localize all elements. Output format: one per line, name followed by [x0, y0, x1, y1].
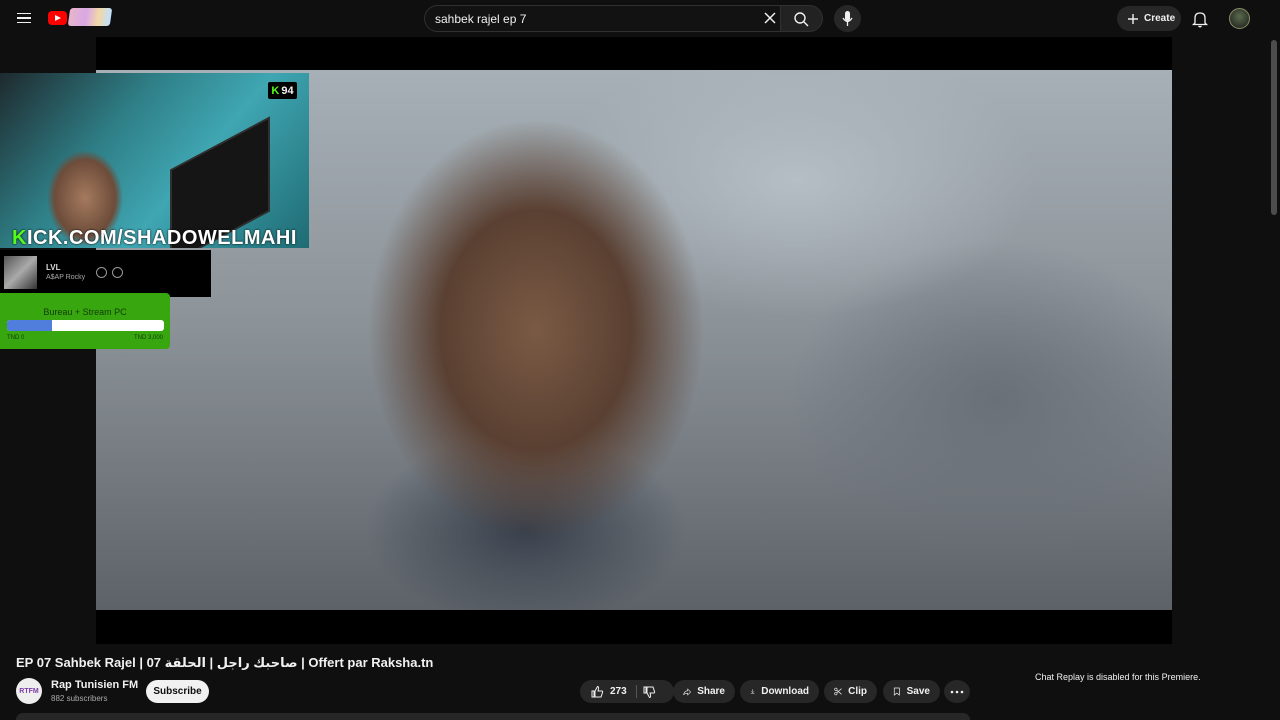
search-query-text: sahbek rajel ep 7 — [435, 12, 527, 26]
song-artist: A$AP Rocky — [46, 274, 86, 281]
kick-viewer-badge: K 94 — [268, 82, 297, 99]
kick-url-text: ICK.COM/SHADOWELMAHI — [26, 227, 297, 249]
donation-goal-widget: Bureau + Stream PC 862 TND 0 TND 3,000 — [0, 293, 170, 349]
clear-search-icon[interactable] — [760, 8, 780, 28]
album-art — [4, 256, 37, 289]
channel-avatar[interactable]: RTFM — [16, 678, 42, 704]
share-icon — [683, 687, 692, 696]
scissors-icon — [834, 687, 842, 696]
thumbs-down-icon — [643, 686, 656, 699]
kick-viewer-count: 94 — [281, 84, 294, 97]
plus-circle-icon — [112, 267, 123, 278]
save-label: Save — [906, 686, 930, 697]
more-horizontal-icon — [950, 690, 964, 693]
goal-min-label: TND 0 — [7, 335, 25, 341]
account-avatar[interactable] — [1229, 8, 1250, 29]
clip-label: Clip — [848, 686, 867, 697]
goal-current-value: 862 — [67, 321, 79, 328]
dislike-button[interactable] — [642, 685, 656, 699]
youtube-play-icon — [48, 11, 67, 25]
plus-icon — [1128, 13, 1138, 24]
channel-name[interactable]: Rap Tunisien FM — [51, 679, 138, 691]
like-count: 273 — [610, 686, 627, 697]
create-button[interactable]: Create — [1117, 6, 1181, 31]
share-label: Share — [697, 686, 725, 697]
save-button[interactable]: Save — [883, 680, 940, 703]
video-title: EP 07 Sahbek Rajel | صاحبك راجل | الحلقة… — [16, 655, 434, 670]
search-button[interactable] — [781, 5, 823, 32]
goal-max-label: TND 3,000 — [133, 335, 163, 341]
subscriber-count: 882 subscribers — [51, 694, 108, 703]
like-divider — [636, 685, 637, 698]
chat-replay-disabled-note: Chat Replay is disabled for this Premier… — [1035, 672, 1201, 682]
description-box[interactable] — [16, 713, 970, 720]
like-dislike-group: 273 — [580, 680, 674, 703]
like-button[interactable]: 273 — [590, 685, 627, 699]
menu-icon[interactable] — [12, 6, 36, 30]
kick-logo-icon: K — [271, 84, 280, 97]
thumbs-up-icon — [591, 685, 604, 697]
microphone-icon[interactable] — [834, 5, 861, 32]
more-actions-button[interactable] — [944, 680, 970, 703]
download-icon — [750, 689, 755, 694]
minus-circle-icon — [96, 267, 107, 278]
page-scrollbar[interactable] — [1268, 37, 1280, 720]
kick-channel-url: KICK.COM/SHADOWELMAHI — [12, 227, 297, 250]
streamer-webcam-overlay: K 94 — [0, 73, 309, 248]
download-label: Download — [761, 686, 809, 697]
create-label: Create — [1144, 13, 1176, 24]
youtube-doodle — [67, 8, 113, 26]
youtube-logo[interactable] — [48, 8, 113, 28]
bookmark-icon — [893, 687, 900, 696]
kick-url-k: K — [12, 227, 27, 249]
clip-button[interactable]: Clip — [824, 680, 877, 703]
notifications-bell-icon[interactable] — [1189, 8, 1211, 30]
goal-title: Bureau + Stream PC — [43, 307, 127, 317]
search-input[interactable]: sahbek rajel ep 7 — [424, 5, 781, 32]
share-button[interactable]: Share — [673, 680, 735, 703]
subscribe-button[interactable]: Subscribe — [146, 680, 209, 703]
download-button[interactable]: Download — [740, 680, 819, 703]
goal-progress-bar: 862 — [7, 320, 164, 331]
scrollbar-thumb[interactable] — [1271, 40, 1277, 215]
song-title: LVL — [46, 263, 61, 272]
top-bar: sahbek rajel ep 7 Create — [0, 0, 1280, 37]
now-playing-widget: LVL A$AP Rocky — [0, 250, 211, 297]
